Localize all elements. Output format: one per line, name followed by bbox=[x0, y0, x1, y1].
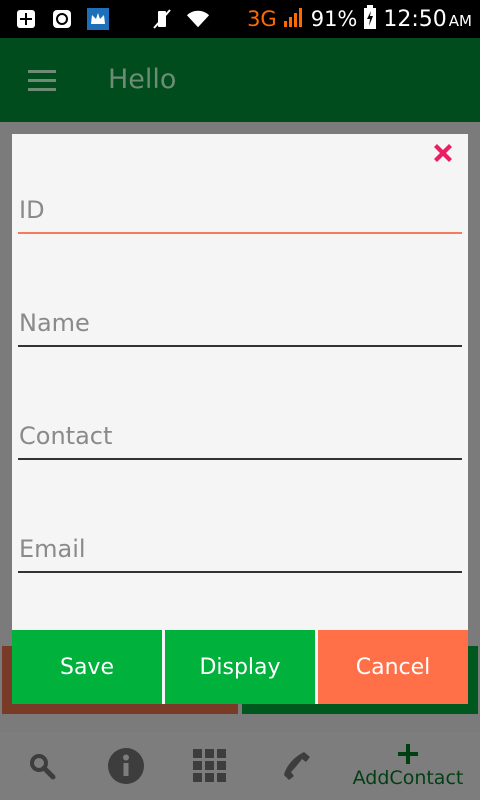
sync-icon bbox=[50, 7, 74, 31]
email-field bbox=[18, 529, 462, 573]
bottom-nav: AddContact bbox=[0, 732, 480, 800]
vibrate-off-icon bbox=[150, 7, 174, 31]
status-bar: 3G 91% 12:50 AM bbox=[0, 0, 480, 38]
crown-app-icon bbox=[86, 7, 110, 31]
search-icon bbox=[30, 754, 56, 780]
hamburger-menu-icon[interactable] bbox=[28, 70, 56, 92]
nav-info[interactable] bbox=[106, 732, 146, 800]
network-type: 3G bbox=[247, 7, 277, 31]
name-field bbox=[18, 303, 462, 347]
nav-search[interactable] bbox=[22, 732, 62, 800]
id-input[interactable] bbox=[18, 190, 462, 230]
add-icon bbox=[398, 744, 418, 764]
phone-icon bbox=[284, 752, 310, 780]
wifi-icon bbox=[186, 7, 210, 31]
nav-phone[interactable] bbox=[276, 732, 316, 800]
grid-icon bbox=[193, 749, 226, 782]
contact-field bbox=[18, 416, 462, 460]
save-button[interactable]: Save bbox=[12, 630, 162, 704]
add-contact-label: AddContact bbox=[352, 767, 464, 789]
status-right: 3G 91% 12:50 AM bbox=[247, 0, 472, 38]
info-icon bbox=[108, 748, 144, 784]
close-icon[interactable] bbox=[430, 140, 456, 166]
contact-input[interactable] bbox=[18, 416, 462, 456]
add-box-icon bbox=[14, 7, 38, 31]
clock-ampm: AM bbox=[448, 11, 472, 30]
clock-time: 12:50 bbox=[383, 6, 447, 32]
page-title: Hello bbox=[108, 64, 177, 95]
cancel-button[interactable]: Cancel bbox=[318, 630, 468, 704]
id-field bbox=[18, 190, 462, 234]
notification-icons bbox=[14, 7, 210, 31]
app-bar: Hello bbox=[0, 38, 480, 122]
email-input[interactable] bbox=[18, 529, 462, 569]
clock: 12:50 AM bbox=[383, 7, 472, 32]
nav-grid[interactable] bbox=[190, 732, 230, 800]
name-input[interactable] bbox=[18, 303, 462, 343]
battery-charging-icon bbox=[363, 4, 377, 34]
nav-add-contact[interactable]: AddContact bbox=[346, 732, 470, 800]
signal-icon bbox=[283, 7, 305, 32]
battery-percent: 91% bbox=[310, 7, 358, 31]
display-button[interactable]: Display bbox=[165, 630, 315, 704]
contact-dialog: Save Display Cancel bbox=[12, 134, 468, 704]
dialog-button-row: Save Display Cancel bbox=[12, 630, 468, 704]
